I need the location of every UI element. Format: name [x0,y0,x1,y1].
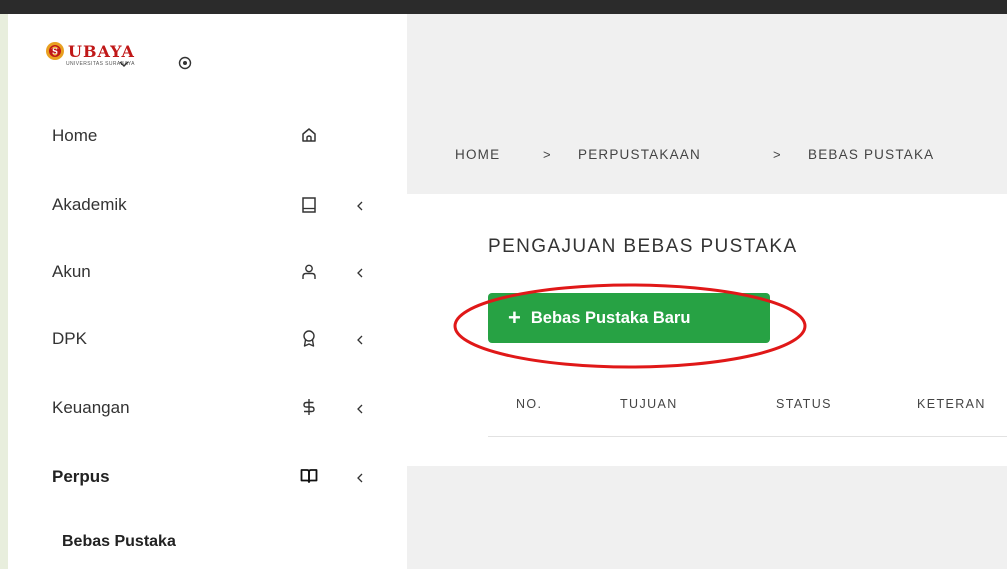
chevron-left-icon [357,201,363,211]
sidebar-item-label: Keuangan [52,398,130,417]
sidebar-subitem-bebas-pustaka[interactable]: Bebas Pustaka [62,533,176,551]
sidebar-item-label: DPK [52,329,87,348]
svg-text:S: S [52,46,58,56]
sidebar-item-akun[interactable]: Akun [0,253,399,293]
table-header-status: STATUS [776,397,832,411]
table-header-no: NO. [516,397,543,411]
open-book-icon [300,469,318,483]
sidebar-item-akademik[interactable]: Akademik [0,186,399,226]
breadcrumb-separator: > [773,147,781,162]
sidebar-item-label: Home [52,126,98,145]
breadcrumb-perpustakaan[interactable]: PERPUSTAKAAN [578,147,701,162]
sidebar-item-keuangan[interactable]: Keuangan [0,389,399,429]
dollar-icon [303,399,315,415]
radio-icon[interactable] [178,56,192,70]
sidebar-item-home[interactable]: Home [0,118,399,158]
home-icon [302,128,316,142]
page-title: PENGAJUAN BEBAS PUSTAKA [488,236,798,257]
award-icon [303,330,315,347]
logo-emblem-icon: S [46,42,64,60]
chevron-left-icon [357,404,363,414]
breadcrumb-bebas-pustaka: BEBAS PUSTAKA [808,147,935,162]
sidebar-item-dpk[interactable]: DPK [0,320,399,360]
chevron-left-icon [357,268,363,278]
window-top-bar [0,0,1007,14]
sidebar-item-perpus[interactable]: Perpus [0,458,399,498]
chevron-left-icon [357,335,363,345]
table-header-divider [488,436,1007,437]
highlight-circle-annotation [453,283,807,369]
sidebar-item-label: Akademik [52,195,127,214]
breadcrumb-separator: > [543,147,551,162]
book-icon [302,197,316,213]
user-icon [302,264,316,279]
sidebar-item-label: Perpus [52,467,110,486]
sidebar-item-label: Akun [52,262,91,281]
table-header-tujuan: TUJUAN [620,397,678,411]
ubaya-logo[interactable]: S UBAYA UNIVERSITAS SURABAYA [44,38,184,82]
table-header-keterangan: KETERAN [917,397,986,411]
breadcrumb-home[interactable]: HOME [455,147,500,162]
chevron-left-icon [357,473,363,483]
chevron-down-icon[interactable] [118,58,130,70]
